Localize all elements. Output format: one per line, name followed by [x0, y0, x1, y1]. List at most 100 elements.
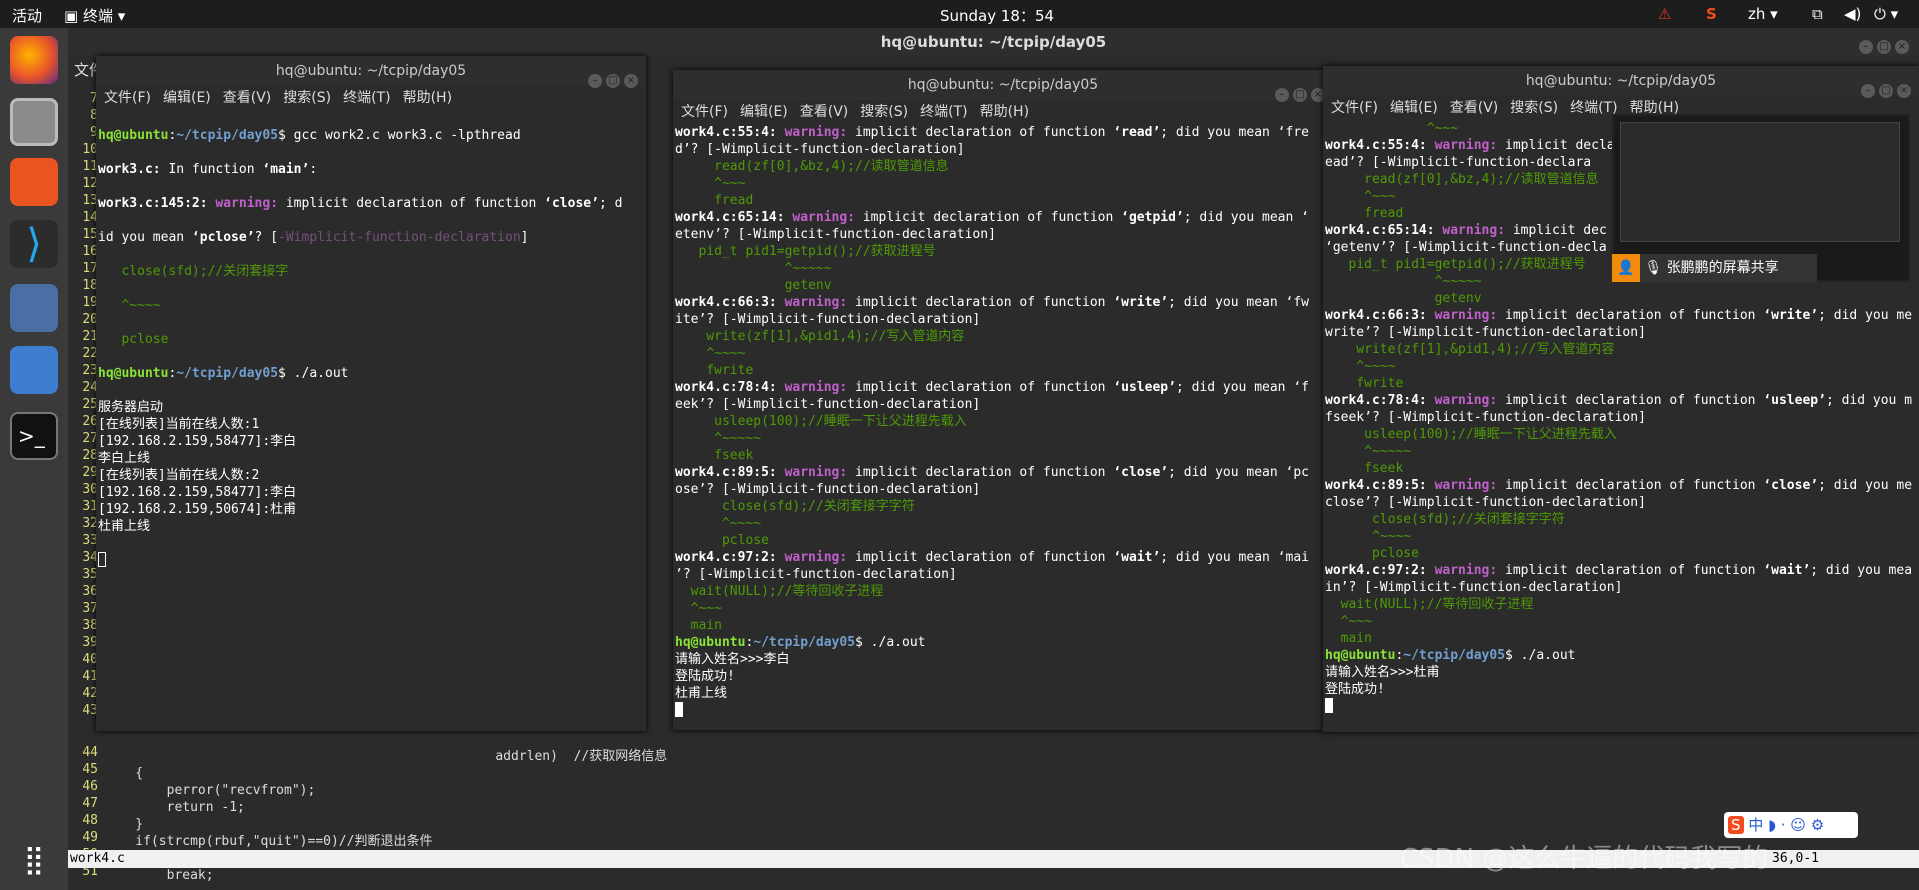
minimize-button[interactable]: – [1861, 84, 1875, 98]
menu-item[interactable]: 编辑(E) [740, 104, 788, 120]
file-ref: work4.c:55:4: [675, 125, 777, 140]
output-line: pclose [98, 332, 169, 347]
input-method-bar[interactable]: S 中 ◗ · ☺ ⚙ [1724, 812, 1858, 838]
app-menu[interactable]: ▣ 终端 ▾ [64, 5, 125, 26]
maximize-button[interactable]: □ [1879, 84, 1893, 98]
file-ref: work4.c:78:4: [675, 380, 777, 395]
minimize-button[interactable]: – [588, 74, 602, 88]
menu-item[interactable]: 编辑(E) [1390, 100, 1438, 116]
menu-item[interactable]: 帮助(H) [403, 90, 452, 106]
minimize-button[interactable]: – [1859, 40, 1873, 54]
maximize-button[interactable]: □ [1877, 40, 1891, 54]
text: fseek’? [-Wimplicit-function-declaration… [1325, 410, 1646, 425]
maximize-button[interactable]: □ [606, 74, 620, 88]
menu-item[interactable]: 查看(V) [1450, 100, 1499, 116]
text: ‘getenv’? [-Wimplicit-function-decla [1325, 240, 1607, 255]
text: pclose [1325, 546, 1419, 561]
text: fread [675, 193, 754, 208]
command-text: $ gcc work2.c work3.c -lpthread [278, 128, 521, 143]
software-center-icon[interactable] [10, 158, 58, 206]
close-button[interactable]: × [624, 74, 638, 88]
menu-item[interactable]: 终端(T) [1570, 100, 1617, 116]
text: implicit declaration of function [847, 550, 1114, 565]
terminal-icon[interactable]: >_ [10, 412, 58, 460]
warning-label: warning: [1426, 393, 1498, 408]
text: ^~~~~~ [1325, 444, 1412, 459]
window-controls: – □ × [1857, 74, 1911, 104]
mic-icon[interactable]: 🎙 [1644, 260, 1666, 276]
menu-item[interactable]: 终端(T) [343, 90, 390, 106]
line-number: 13 [82, 193, 98, 208]
activities-button[interactable]: 活动 [12, 5, 42, 26]
chevron-down-icon: ▾ [112, 7, 126, 25]
sogou-icon[interactable]: S [1706, 5, 1717, 23]
menu-item[interactable]: 搜索(S) [860, 104, 908, 120]
terminal-window-server[interactable]: hq@ubuntu: ~/tcpip/day05 – □ × 文件(F) 编辑(E) 查… [96, 56, 646, 731]
terminal-output-client-1[interactable]: work4.c:55:4: warning: implicit declarat… [673, 124, 1333, 722]
menu-item[interactable]: 编辑(E) [163, 90, 211, 106]
show-apps-icon[interactable]: ⣿ [10, 836, 58, 884]
text: ^~~~ [675, 176, 746, 191]
output-line: usleep(100);//睡眠一下让父进程先载入 [1325, 426, 1917, 443]
network-globe-icon[interactable] [10, 346, 58, 394]
menu-item[interactable]: 终端(T) [920, 104, 967, 120]
output-line: ’? [-Wimplicit-function-declaration] [675, 566, 1331, 583]
clock[interactable]: Sunday 18：54 [940, 5, 1054, 26]
sogou-icon[interactable]: S [1728, 816, 1744, 834]
text: implicit declaration of function [847, 125, 1114, 140]
code-line: if(strcmp(rbuf,"quit")==0)//判断退出条件 [104, 834, 433, 849]
window-title-text: hq@ubuntu: ~/tcpip/day05 [907, 77, 1099, 93]
firefox-icon[interactable] [10, 36, 58, 84]
output-line: 服务器启动 [98, 400, 164, 415]
output-line: read(zf[0],&bz,4);//读取管道信息 [675, 158, 1331, 175]
text: ; did you mean ‘mai [1160, 550, 1309, 565]
terminal-window-client-1[interactable]: hq@ubuntu: ~/tcpip/day05 – □ × 文件(F) 编辑(E) 查… [673, 70, 1333, 730]
menu-item[interactable]: 文件(F) [1331, 100, 1378, 116]
code-line: addrlen) //获取网络信息 [104, 749, 668, 764]
text: ; did you mean ‘fre [1160, 125, 1309, 140]
menu-item[interactable]: 帮助(H) [980, 104, 1029, 120]
text: fseek [675, 448, 754, 463]
output-line: getenv [675, 277, 1331, 294]
close-button[interactable]: × [1897, 84, 1911, 98]
line-number: 15 [82, 227, 98, 242]
warning-icon[interactable]: ⚠ [1658, 5, 1671, 23]
menu-item[interactable]: 文件(F) [104, 90, 151, 106]
line-number: 9 [90, 125, 98, 140]
cursor [675, 702, 1331, 722]
terminal-output-server[interactable]: hq@ubuntu:~/tcpip/day05$ gcc work2.c wor… [96, 110, 646, 606]
power-icon[interactable]: ⏻ ▾ [1874, 5, 1898, 23]
window-controls: – □ × [1271, 78, 1325, 108]
files-icon[interactable] [10, 98, 58, 146]
program-output: 服务器启动 [在线列表]当前在线人数:1 [192.168.2.159,58477]… [98, 399, 644, 535]
output-line: work4.c:97:2: warning: implicit declarat… [1325, 562, 1917, 579]
output-line: fread [675, 192, 1331, 209]
output-line: [192.168.2.159,58477]:李白 [98, 485, 297, 500]
menu-item[interactable]: 搜索(S) [1510, 100, 1558, 116]
text: etenv’? [-Wimplicit-function-declaration… [675, 227, 996, 242]
app-menu-label: 终端 [82, 7, 113, 25]
text: ; did you mean ‘ [1183, 210, 1309, 225]
menu-item[interactable]: 查看(V) [223, 90, 272, 106]
menu-item[interactable]: 搜索(S) [283, 90, 331, 106]
network-icon[interactable]: ⧉ [1812, 5, 1823, 23]
menu-item[interactable]: 查看(V) [800, 104, 849, 120]
text: ^~~~~ [675, 346, 746, 361]
volume-icon[interactable]: ◀) [1844, 5, 1861, 23]
text: usleep(100);//睡眠一下让父进程先载入 [675, 414, 967, 429]
line-number: 29 [82, 465, 98, 480]
network-tool-icon[interactable] [10, 284, 58, 332]
text: ] [520, 230, 529, 245]
line-number: 22 [82, 346, 98, 361]
screen-share-bar[interactable]: 👤 🎙 张鹏鹏的屏幕共享 [1612, 254, 1817, 282]
vscode-icon[interactable]: ⟩ [10, 220, 58, 268]
close-button[interactable]: × [1895, 40, 1909, 54]
minimize-button[interactable]: – [1275, 88, 1289, 102]
language-indicator[interactable]: zh ▾ [1748, 5, 1778, 23]
menu-item[interactable]: 文件(F) [681, 104, 728, 120]
watermark: CSDN @这么牛逼的代码我写的 [1400, 844, 1769, 874]
maximize-button[interactable]: □ [1293, 88, 1307, 102]
text: ‘read’ [1113, 125, 1161, 140]
text: ^~~~ [1325, 189, 1396, 204]
menu-bar: 文件(F) 编辑(E) 查看(V) 搜索(S) 终端(T) 帮助(H) [673, 100, 1333, 124]
